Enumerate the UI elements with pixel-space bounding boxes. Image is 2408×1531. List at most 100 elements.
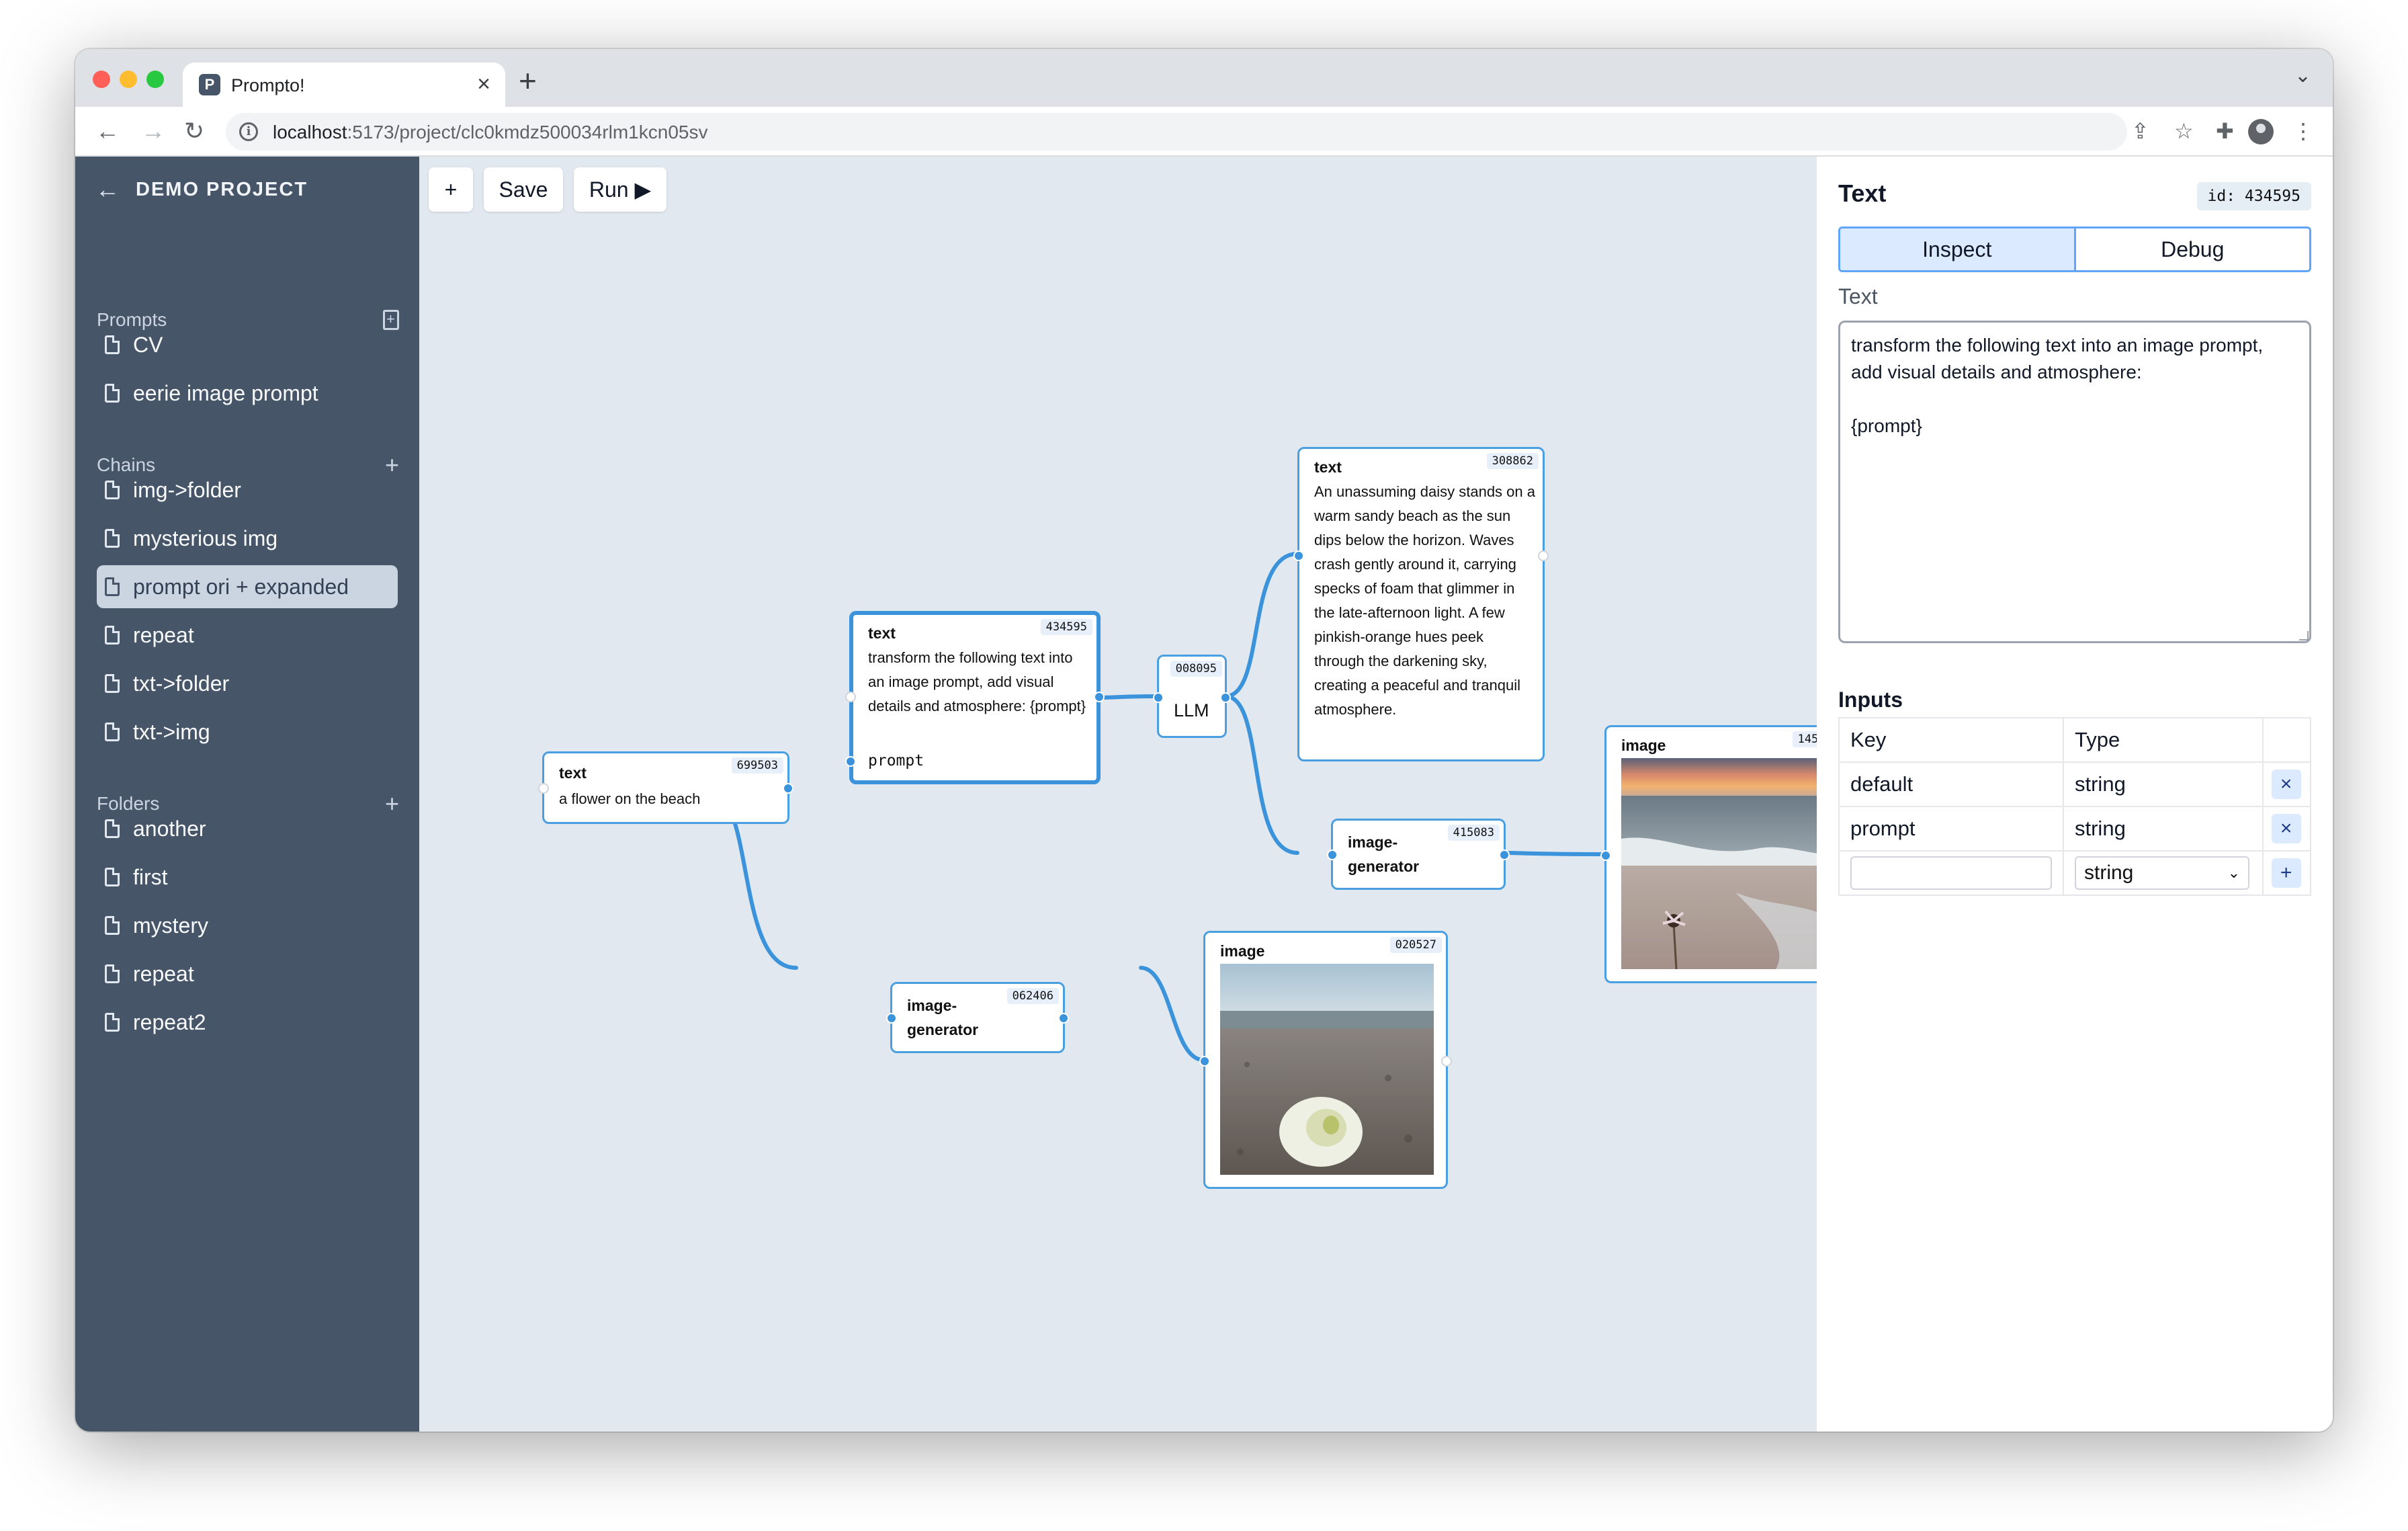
input-key: default	[1838, 761, 2064, 807]
chevron-down-icon[interactable]: ⌄	[2294, 64, 2311, 87]
new-tab-icon[interactable]: +	[519, 64, 537, 97]
sidebar-item-chain-active[interactable]: prompt ori + expanded	[97, 565, 398, 608]
minimize-window-button[interactable]	[120, 71, 137, 88]
input-handle[interactable]	[538, 783, 549, 794]
output-handle[interactable]	[1058, 1013, 1069, 1024]
sidebar-item-prompt[interactable]: eerie image prompt	[97, 372, 398, 415]
node-type: text	[868, 624, 896, 642]
llm-node[interactable]: 008095 LLM	[1153, 655, 1231, 738]
info-icon[interactable]: i	[239, 122, 258, 141]
sidebar-item-folder[interactable]: repeat2	[97, 1001, 398, 1044]
back-arrow-icon[interactable]: ←	[95, 175, 120, 204]
tab-bar: P Prompto! × + ⌄	[75, 49, 2333, 107]
app-root: ← DEMO PROJECT Prompts CV eerie image pr…	[75, 157, 2333, 1432]
text-node[interactable]: 699503 text a flower on the beach	[538, 751, 793, 824]
remove-input-button[interactable]: ×	[2271, 814, 2301, 843]
text-node[interactable]: 308862 text An unassuming daisy stands o…	[1293, 447, 1549, 761]
image-generator-node[interactable]: 062406 image-generator	[886, 982, 1069, 1053]
input-handle[interactable]	[1600, 850, 1611, 861]
sidebar-item-chain[interactable]: repeat	[97, 614, 398, 657]
tab-inspect[interactable]: Inspect	[1840, 229, 2076, 270]
close-window-button[interactable]	[93, 71, 110, 88]
remove-input-button[interactable]: ×	[2271, 770, 2301, 799]
sidebar-item-chain[interactable]: img->folder	[97, 468, 398, 511]
new-type-select[interactable]: string ⌄	[2075, 856, 2249, 890]
node-type: image-generator	[1348, 833, 1420, 875]
reload-icon[interactable]: ↻	[184, 116, 204, 146]
file-icon	[105, 819, 120, 838]
sidebar-item-folder[interactable]: another	[97, 807, 398, 850]
resize-grip-icon[interactable]	[2299, 631, 2309, 640]
sidebar-item-folder[interactable]: repeat	[97, 952, 398, 995]
node-type: image-generator	[907, 997, 979, 1038]
add-input-button[interactable]: +	[2271, 858, 2301, 888]
node-body: transform the following text into an ima…	[868, 649, 1086, 714]
file-icon	[105, 577, 120, 596]
forward-arrow-icon[interactable]: →	[141, 116, 165, 146]
input-handle[interactable]	[1327, 850, 1338, 860]
star-icon[interactable]: ☆	[2174, 116, 2194, 146]
browser-tab[interactable]: P Prompto! ×	[183, 63, 505, 107]
file-icon	[105, 722, 120, 741]
node-id: 008095	[1170, 661, 1222, 677]
edge	[1096, 694, 1159, 700]
browser-window: P Prompto! × + ⌄ ← → ↻ i localhost:5173/…	[75, 49, 2333, 1432]
extensions-icon[interactable]: ✚	[2216, 116, 2234, 146]
node-type: text	[559, 764, 587, 782]
file-icon	[105, 626, 120, 645]
image-node[interactable]: 020527 image	[1199, 931, 1452, 1189]
maximize-window-button[interactable]	[146, 71, 164, 88]
share-icon[interactable]: ⇪	[2131, 116, 2149, 146]
input-handle[interactable]	[1293, 550, 1304, 561]
inputs-table: Key Type default string × prompt string …	[1838, 717, 2312, 896]
url-text: localhost:5173/project/clc0kmdz500034rlm…	[273, 122, 708, 142]
new-input-row: string ⌄ +	[1838, 850, 2312, 896]
image-generator-node[interactable]: 415083 image-generator	[1327, 819, 1510, 890]
input-handle[interactable]	[1153, 692, 1164, 703]
sidebar-item-chain[interactable]: mysterious img	[97, 517, 398, 560]
sidebar-item-chain[interactable]: txt->img	[97, 710, 398, 753]
new-key-input[interactable]	[1850, 856, 2052, 890]
output-handle[interactable]	[1441, 1056, 1452, 1067]
address-bar: ← → ↻ i localhost:5173/project/clc0kmdz5…	[75, 107, 2333, 157]
file-icon	[105, 868, 120, 886]
input-handle[interactable]	[845, 692, 856, 702]
output-handle[interactable]	[1538, 550, 1549, 561]
output-handle[interactable]	[1499, 850, 1510, 860]
column-header-type: Type	[2063, 717, 2264, 763]
column-header-key: Key	[1838, 717, 2064, 763]
sidebar-item-folder[interactable]: first	[97, 856, 398, 899]
url-field[interactable]: i localhost:5173/project/clc0kmdz500034r…	[226, 113, 2127, 151]
input-handle[interactable]	[1199, 1056, 1210, 1067]
sidebar-item-folder[interactable]: mystery	[97, 904, 398, 947]
tab-title: Prompto!	[231, 75, 305, 95]
output-handle[interactable]	[1220, 692, 1231, 703]
text-value-textarea[interactable]: transform the following text into an ima…	[1838, 321, 2311, 643]
node-type: LLM	[1174, 700, 1209, 720]
panel-title: Text	[1838, 179, 1887, 207]
input-type: string	[2063, 806, 2264, 852]
close-tab-icon[interactable]: ×	[477, 71, 490, 97]
tab-debug[interactable]: Debug	[2076, 229, 2310, 270]
generated-image-sunset-daisy	[1621, 758, 1817, 969]
generated-image-flower-sand	[1220, 964, 1434, 1175]
file-icon	[105, 384, 120, 403]
edge	[1223, 694, 1299, 855]
prompt-input-handle[interactable]	[845, 756, 856, 767]
inputs-heading: Inputs	[1838, 688, 1903, 712]
output-handle[interactable]	[1094, 692, 1105, 702]
sidebar-item-chain[interactable]: txt->folder	[97, 662, 398, 705]
image-node[interactable]: 145756 image	[1600, 725, 1817, 983]
text-field-label: Text	[1838, 284, 1878, 308]
kebab-menu-icon[interactable]: ⋮	[2292, 116, 2314, 146]
input-handle[interactable]	[886, 1013, 897, 1024]
text-node-selected[interactable]: 434595 text transform the following text…	[845, 611, 1105, 784]
project-header[interactable]: ← DEMO PROJECT	[95, 173, 308, 206]
profile-avatar[interactable]	[2248, 119, 2274, 144]
file-icon	[105, 529, 120, 548]
node-id-badge: id: 434595	[2196, 182, 2311, 210]
back-arrow-icon[interactable]: ←	[95, 116, 120, 146]
output-handle[interactable]	[783, 783, 793, 794]
sidebar-item-prompt[interactable]: CV	[97, 323, 398, 366]
flow-canvas[interactable]: + Save Run ▶ 699503 text a flower on the…	[419, 157, 1817, 1432]
